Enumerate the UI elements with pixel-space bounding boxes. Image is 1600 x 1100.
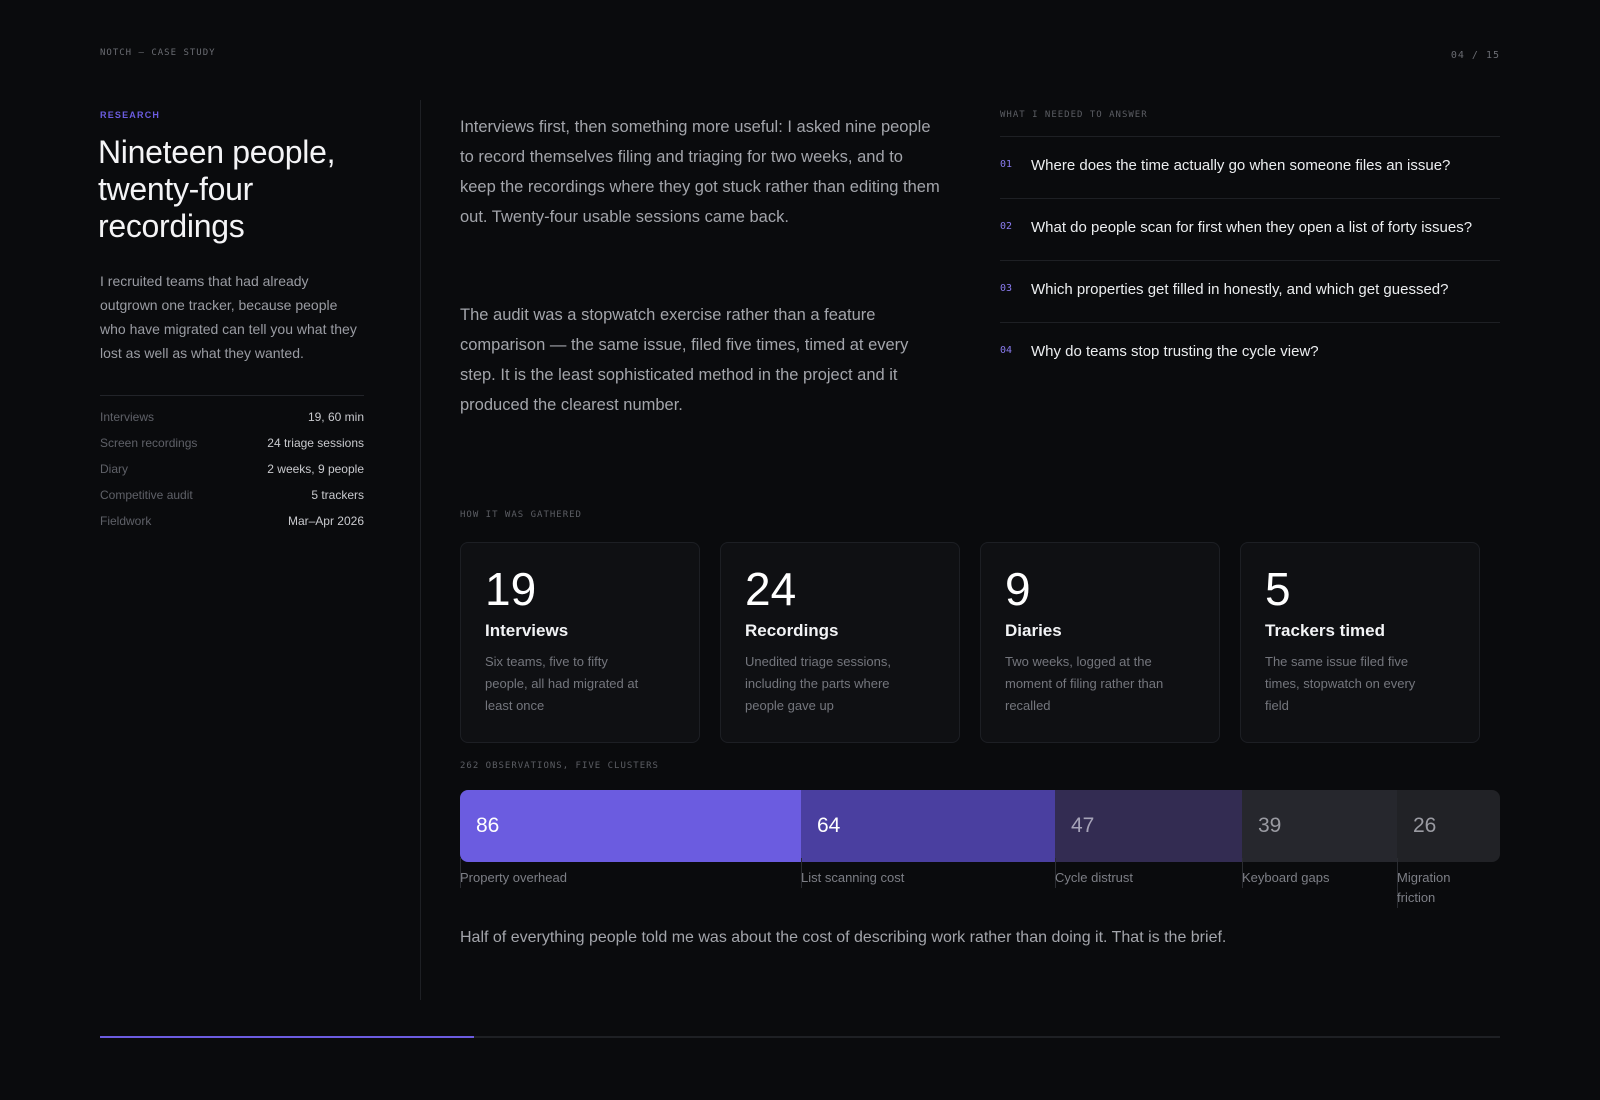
cluster-bar: 86 64 47 39 26 [460,790,1500,862]
research-questions: WHAT I NEEDED TO ANSWER 01 Where does the… [1000,110,1500,385]
cluster-label: Keyboard gaps [1242,858,1392,888]
page-title: Nineteen people, twenty-four recordings [98,134,336,244]
cluster-segment: 26 [1397,790,1500,862]
meta-table: Interviews 19, 60 min Screen recordings 24… [100,395,364,534]
cluster-segment: 86 [460,790,801,862]
cluster-segment: 47 [1055,790,1242,862]
questions-label: WHAT I NEEDED TO ANSWER [1000,110,1148,120]
observations-label: 262 OBSERVATIONS, FIVE CLUSTERS [460,761,659,771]
card-title: Interviews [485,621,569,640]
cluster-value: 26 [1413,814,1437,837]
question-number: 04 [1000,345,1013,356]
meta-key: Competitive audit [100,488,193,502]
meta-value: 19, 60 min [307,410,364,424]
card-number: 19 [485,563,537,615]
questions-list: 01 Where does the time actually go when s… [1000,136,1500,385]
cluster-segment: 39 [1242,790,1397,862]
cluster-value: 64 [817,814,841,837]
method-card: 19 Interviews Six teams, five to fifty p… [460,542,700,743]
method-paragraph: Interviews first, then something more us… [460,118,940,226]
meta-row: Diary 2 weeks, 9 people [100,456,364,482]
meta-row: Fieldwork Mar–Apr 2026 [100,508,364,534]
card-description: Six teams, five to fifty people, all had… [485,654,639,713]
meta-key: Interviews [100,410,155,424]
card-title: Trackers timed [1265,621,1386,640]
question-text: Where does the time actually go when som… [1031,157,1451,174]
cluster-label: List scanning cost [801,858,1050,888]
meta-row: Interviews 19, 60 min [100,404,364,430]
cluster-label: Cycle distrust [1055,858,1237,888]
question-text: Which properties get filled in honestly,… [1031,281,1449,298]
deck-progress-fill [100,1036,474,1038]
meta-value: 5 trackers [311,488,364,502]
page-counter: 04 / 15 [1450,50,1500,61]
meta-value: 2 weeks, 9 people [267,462,364,476]
card-number: 24 [745,563,797,615]
meta-key: Fieldwork [100,514,152,528]
intro-text: I recruited teams that had already outgr… [100,273,357,361]
method-cards: 19 Interviews Six teams, five to fifty p… [460,542,1480,743]
section-label: RESEARCH [100,110,161,120]
meta-value: 24 triage sessions [267,436,364,450]
card-title: Diaries [1005,621,1062,640]
cluster-labels: Property overhead List scanning cost Cycle… [460,858,1500,918]
card-number: 9 [1005,563,1031,615]
column-divider [420,100,421,1000]
meta-value: Mar–Apr 2026 [287,514,364,528]
cluster-value: 39 [1258,814,1282,837]
method-card: 5 Trackers timed The same issue filed fi… [1240,542,1480,743]
audit-paragraph: The audit was a stopwatch exercise rathe… [460,306,909,414]
method-card: 24 Recordings Unedited triage sessions, … [720,542,960,743]
question-text: Why do teams stop trusting the cycle vie… [1031,343,1319,360]
question-number: 03 [1000,283,1013,294]
question-item: 02 What do people scan for first when the… [1000,199,1500,261]
question-item: 03 Which properties get filled in honestl… [1000,261,1500,323]
meta-row: Competitive audit 5 trackers [100,482,364,508]
meta-key: Diary [100,462,129,476]
card-description: Unedited triage sessions, including the … [745,654,891,713]
cluster-value: 86 [476,814,500,837]
cluster-value: 47 [1071,814,1095,837]
card-title: Recordings [745,621,839,640]
question-text: What do people scan for first when they … [1031,219,1473,236]
question-item: 04 Why do teams stop trusting the cycle v… [1000,323,1500,385]
question-item: 01 Where does the time actually go when s… [1000,137,1500,199]
left-column: RESEARCH Nineteen people, twenty-four re… [98,110,364,534]
cluster-label: Property overhead [460,858,796,888]
question-number: 02 [1000,221,1013,232]
cluster-label: Migration friction [1397,858,1468,908]
meta-key: Screen recordings [100,436,198,450]
card-number: 5 [1265,563,1291,615]
card-description: Two weeks, logged at the moment of filin… [1005,654,1164,713]
method-card: 9 Diaries Two weeks, logged at the momen… [980,542,1220,743]
meta-row: Screen recordings 24 triage sessions [100,430,364,456]
conclusion-text: Half of everything people told me was ab… [460,929,1227,946]
case-study-eyebrow: NOTCH — CASE STUDY [100,48,216,58]
cluster-segment: 64 [801,790,1055,862]
card-description: The same issue filed five times, stopwat… [1265,654,1416,713]
deck-progress-bar [100,1036,1500,1038]
question-number: 01 [1000,159,1013,170]
gathered-label: HOW IT WAS GATHERED [460,510,582,520]
